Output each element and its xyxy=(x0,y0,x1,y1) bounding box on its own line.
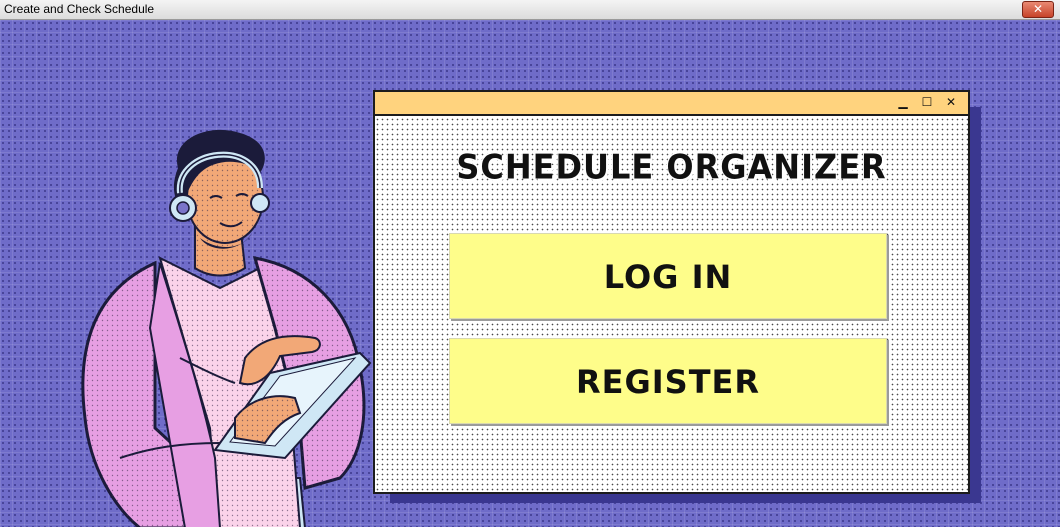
window-titlebar: Create and Check Schedule ✕ xyxy=(0,0,1060,20)
minimize-icon[interactable]: ▁ xyxy=(896,94,910,110)
person-with-tablet-illustration xyxy=(81,129,372,527)
window-title: Create and Check Schedule xyxy=(4,2,155,16)
panel-header: ▁ ☐ ✕ xyxy=(375,92,968,116)
close-icon[interactable]: ✕ xyxy=(944,94,958,110)
schedule-panel: ▁ ☐ ✕ SCHEDULE ORGANIZER LOG IN REGISTER xyxy=(373,90,970,494)
maximize-icon[interactable]: ☐ xyxy=(920,94,934,110)
window-close-button[interactable]: ✕ xyxy=(1022,1,1054,18)
register-button[interactable]: REGISTER xyxy=(449,338,887,424)
login-button[interactable]: LOG IN xyxy=(449,233,887,319)
app-canvas: ▁ ☐ ✕ SCHEDULE ORGANIZER LOG IN REGISTER xyxy=(0,20,1060,527)
app-title: SCHEDULE ORGANIZER xyxy=(456,147,887,187)
